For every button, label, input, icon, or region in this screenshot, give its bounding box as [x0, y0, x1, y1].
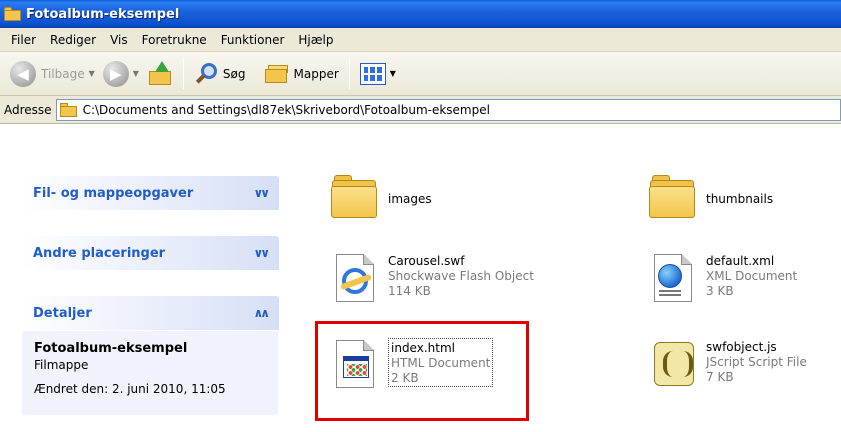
details-name: Fotoalbum-eksempel [34, 341, 188, 356]
chevron-down-icon[interactable]: ∨∨ [254, 246, 270, 260]
file-type: Shockwave Flash Object [388, 269, 534, 283]
file-name: Carousel.swf [388, 254, 465, 268]
search-icon [194, 61, 220, 87]
toolbar-separator [182, 58, 184, 89]
file-folder-tasks-panel: Fil- og mappeopgaver ∨∨ [21, 176, 279, 210]
details-panel: Detaljer ∧∧ Fotoalbum-eksempel Filmappe … [21, 296, 279, 416]
file-item-default-xml[interactable]: default.xml XML Document 3 KB [646, 252, 797, 304]
file-folder-tasks-header[interactable]: Fil- og mappeopgaver ∨∨ [21, 176, 279, 210]
details-header[interactable]: Detaljer ∧∧ [21, 296, 279, 330]
file-name: default.xml [706, 254, 775, 268]
file-item-images[interactable]: images [328, 172, 432, 224]
chevron-up-icon[interactable]: ∧∧ [254, 306, 270, 320]
address-bar: Adresse C:\Documents and Settings\dl87ek… [0, 96, 841, 124]
highlight-box [315, 321, 529, 421]
file-name: images [388, 192, 432, 206]
address-path: C:\Documents and Settings\dl87ek\Skriveb… [82, 102, 490, 117]
folders-button[interactable]: Mapper [260, 57, 343, 91]
panel-title: Detaljer [33, 305, 92, 321]
details-modified: Ændret den: 2. juni 2010, 11:05 [34, 382, 226, 396]
panel-title: Andre placeringer [33, 245, 166, 261]
back-button[interactable]: ◀ Tilbage ▼ [6, 57, 99, 91]
views-icon [359, 62, 386, 85]
chevron-down-icon[interactable]: ▼ [390, 69, 396, 78]
folder-icon [4, 7, 22, 21]
search-button[interactable]: Søg [190, 57, 250, 91]
address-field[interactable]: C:\Documents and Settings\dl87ek\Skriveb… [55, 98, 841, 121]
folders-label: Mapper [293, 66, 339, 81]
folder-icon [59, 102, 78, 117]
title-bar: Fotoalbum-eksempel [0, 0, 841, 28]
xml-document-icon [646, 252, 698, 304]
details-body: Fotoalbum-eksempel Filmappe Ændret den: … [21, 330, 279, 416]
file-type: JScript Script File [706, 355, 807, 369]
menu-rediger[interactable]: Rediger [43, 33, 103, 47]
other-places-panel: Andre placeringer ∨∨ [21, 236, 279, 270]
file-size: 7 KB [706, 370, 734, 384]
panel-title: Fil- og mappeopgaver [33, 185, 194, 201]
toolbar-separator [348, 58, 350, 89]
folder-up-icon [147, 60, 173, 87]
chevron-down-icon[interactable]: ∨∨ [254, 186, 270, 200]
folders-icon [264, 63, 290, 85]
views-button[interactable]: ▼ [356, 57, 400, 91]
file-size: 114 KB [388, 284, 431, 298]
menu-hjaelp[interactable]: Hjælp [291, 33, 340, 47]
file-item-swfobject-js[interactable]: swfobject.js JScript Script File 7 KB [646, 338, 807, 390]
chevron-down-icon[interactable]: ▼ [133, 69, 139, 78]
file-name: swfobject.js [706, 340, 777, 354]
file-item-thumbnails[interactable]: thumbnails [646, 172, 773, 224]
jscript-file-icon [646, 338, 698, 390]
window-title: Fotoalbum-eksempel [26, 6, 180, 22]
other-places-header[interactable]: Andre placeringer ∨∨ [21, 236, 279, 270]
toolbar: ◀ Tilbage ▼ ▶ ▼ Søg Mapper ▼ [0, 52, 841, 96]
menu-filer[interactable]: Filer [4, 33, 43, 47]
folder-icon [328, 172, 380, 224]
back-arrow-icon: ◀ [10, 60, 36, 87]
up-folder-button[interactable] [143, 57, 177, 91]
internet-explorer-icon [328, 252, 380, 304]
menu-vis[interactable]: Vis [103, 33, 135, 47]
file-name: thumbnails [706, 192, 774, 206]
file-type: XML Document [706, 269, 798, 283]
task-pane: Fil- og mappeopgaver ∨∨ Andre placeringe… [0, 124, 300, 432]
details-kind: Filmappe [34, 358, 89, 372]
back-label: Tilbage [41, 66, 85, 81]
file-size: 3 KB [706, 284, 734, 298]
forward-button[interactable]: ▶ ▼ [99, 57, 143, 91]
address-label: Adresse [4, 102, 52, 117]
file-item-carousel-swf[interactable]: Carousel.swf Shockwave Flash Object 114 … [328, 252, 534, 304]
menu-bar: Filer Rediger Vis Foretrukne Funktioner … [0, 28, 841, 52]
forward-arrow-icon: ▶ [102, 60, 129, 87]
menu-foretrukne[interactable]: Foretrukne [135, 33, 214, 47]
search-label: Søg [222, 66, 246, 81]
chevron-down-icon[interactable]: ▼ [89, 69, 95, 78]
folder-icon [646, 172, 698, 224]
menu-funktioner[interactable]: Funktioner [214, 33, 292, 47]
